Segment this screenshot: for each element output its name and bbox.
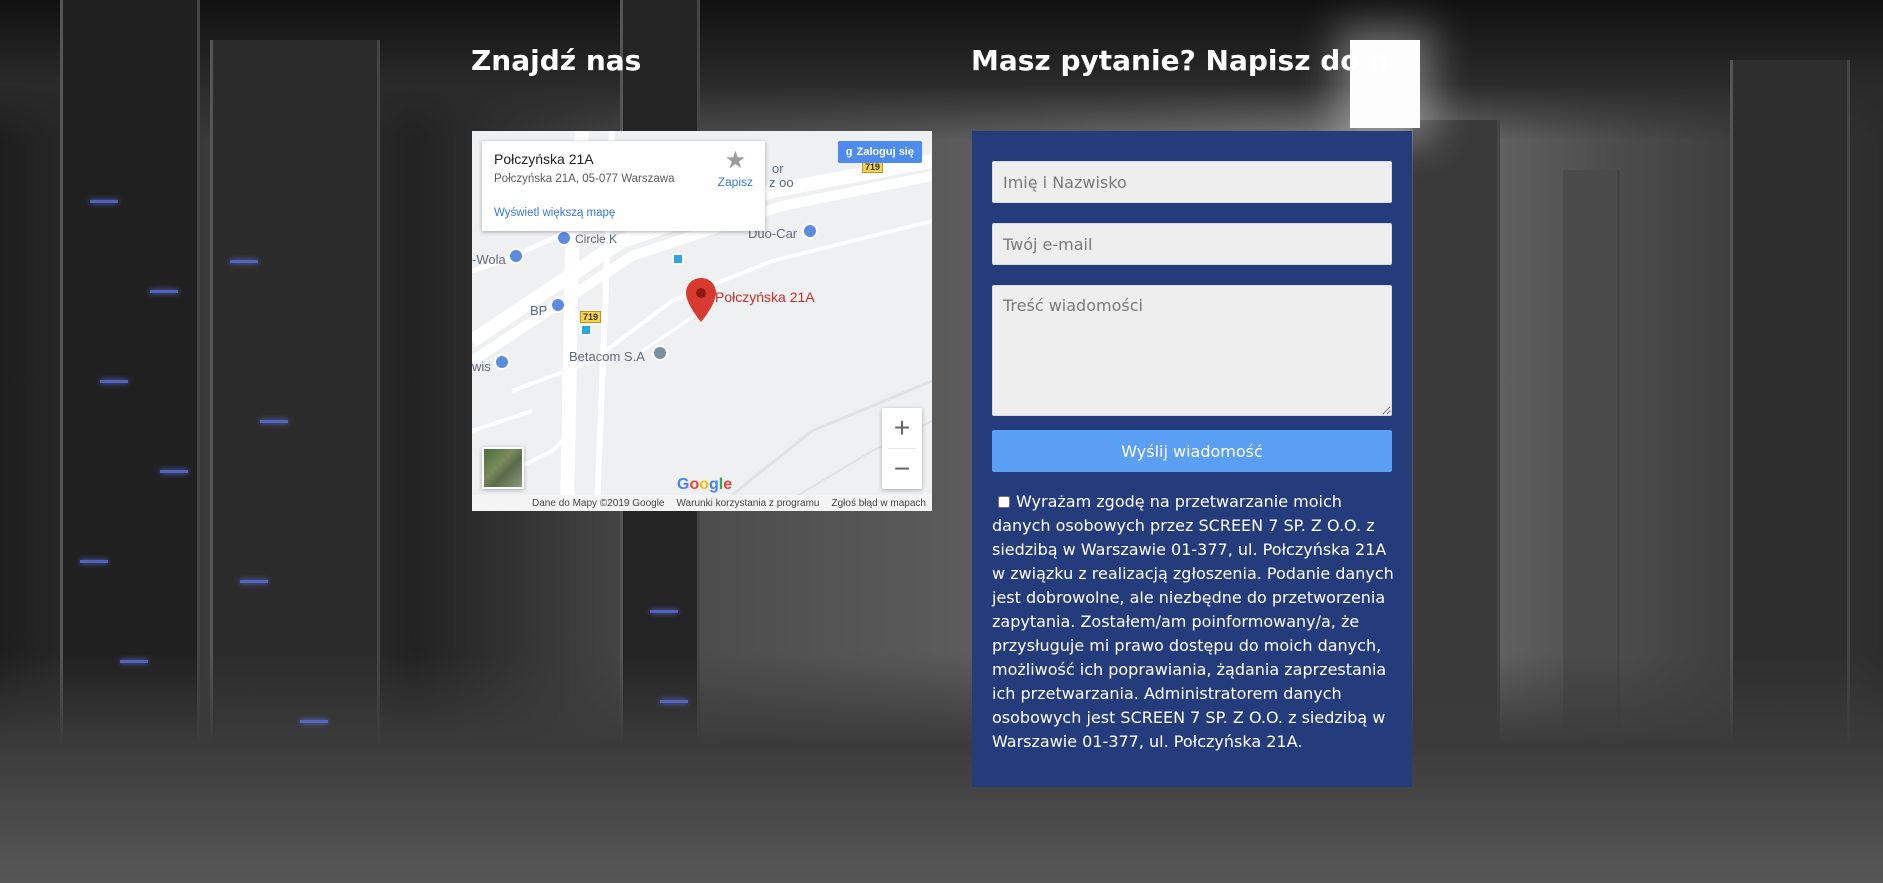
- shopping-icon: [494, 354, 510, 370]
- consent-text: Wyrażam zgodę na przetwarzanie moich dan…: [992, 492, 1394, 751]
- zoom-controls: + −: [882, 408, 922, 489]
- server-led: [100, 380, 128, 383]
- server-led: [660, 700, 688, 703]
- send-button[interactable]: Wyślij wiadomość: [992, 430, 1392, 472]
- transit-icon: [672, 253, 684, 265]
- sign-in-button[interactable]: g Zaloguj się: [837, 141, 922, 163]
- map-label-or: or: [772, 161, 784, 176]
- server-led: [150, 290, 178, 293]
- server-led: [120, 660, 148, 663]
- place-icon: [652, 345, 668, 361]
- pin-label: Połczyńska 21A: [715, 289, 815, 305]
- star-icon: ★: [724, 147, 747, 174]
- email-input[interactable]: [992, 223, 1392, 265]
- sign-in-label: Zaloguj się: [856, 146, 914, 158]
- map-label-wis: wis: [472, 359, 491, 374]
- zoom-out-button[interactable]: −: [882, 449, 922, 489]
- bigger-map-link[interactable]: Wyświetl większą mapę: [494, 207, 615, 219]
- shopping-icon: [508, 248, 524, 264]
- map-label-oo: z oo: [769, 175, 794, 190]
- map-terms-link[interactable]: Warunki korzystania z programu: [676, 498, 819, 509]
- server-led: [240, 580, 268, 583]
- server-led: [260, 420, 288, 423]
- server-led: [300, 720, 328, 723]
- map-label-bp: BP: [530, 303, 548, 318]
- map-data-credit: Dane do Mapy ©2019 Google: [532, 497, 665, 509]
- server-led: [650, 610, 678, 613]
- server-led: [160, 470, 188, 473]
- save-place-button[interactable]: ★ Zapisz: [718, 147, 753, 189]
- place-title: Połczyńska 21A: [494, 151, 594, 167]
- map-label-wola: -Wola: [472, 252, 506, 267]
- background-floor: [0, 653, 1883, 883]
- server-led: [80, 560, 108, 563]
- save-label: Zapisz: [717, 175, 753, 189]
- zoom-in-button[interactable]: +: [882, 408, 922, 448]
- google-logo: Google: [677, 476, 733, 493]
- map-footer: Dane do Mapy ©2019 Google Warunki korzys…: [472, 495, 932, 511]
- server-led: [230, 260, 258, 263]
- find-us-heading: Znajdź nas: [471, 44, 642, 77]
- road-719-badge: 719: [580, 311, 602, 323]
- background-server-room: [0, 0, 1883, 883]
- map-report-link[interactable]: Zgłoś błąd w mapach: [832, 498, 927, 509]
- background-rack: [1560, 170, 1620, 730]
- server-led: [90, 200, 118, 203]
- gas-station-icon: [550, 297, 566, 313]
- google-map[interactable]: Circle K Duo-Car -Wola BP Betacom S.A wi…: [472, 131, 932, 511]
- consent-block: Wyrażam zgodę na przetwarzanie moich dan…: [992, 490, 1394, 754]
- consent-checkbox[interactable]: [998, 496, 1010, 508]
- google-g-icon: g: [845, 146, 853, 158]
- gas-station-icon: [556, 230, 572, 246]
- map-label-betacom: Betacom S.A: [569, 349, 645, 364]
- map-info-window: Połczyńska 21A Połczyńska 21A, 05-077 Wa…: [482, 141, 765, 231]
- place-address: Połczyńska 21A, 05-077 Warszawa: [494, 173, 675, 185]
- contact-heading: Masz pytanie? Napisz do nas: [971, 44, 1391, 77]
- name-input[interactable]: [992, 161, 1392, 203]
- shopping-icon: [802, 223, 818, 239]
- satellite-toggle-button[interactable]: [482, 447, 524, 489]
- transit-icon: [580, 324, 592, 336]
- location-pin-icon[interactable]: [686, 278, 716, 322]
- contact-form: Wyślij wiadomość Wyrażam zgodę na przetw…: [972, 131, 1412, 787]
- message-textarea[interactable]: [992, 285, 1392, 416]
- map-label-circle-k: Circle K: [575, 232, 618, 246]
